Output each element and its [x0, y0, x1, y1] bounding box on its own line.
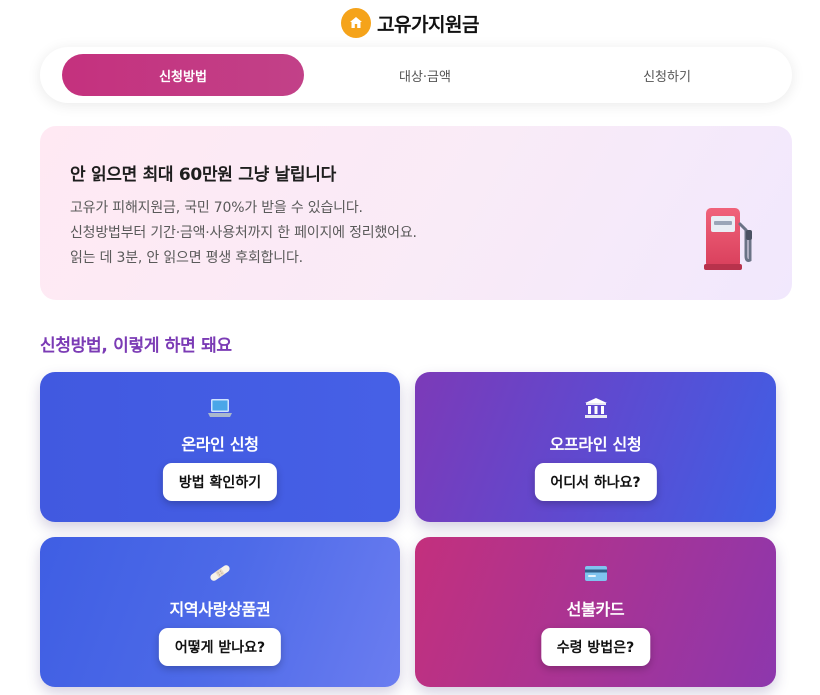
site-title[interactable]: 고유가지원금: [377, 10, 479, 37]
hero-line: 신청방법부터 기간·금액·사용처까지 한 페이지에 정리했어요.: [70, 225, 417, 241]
card-title: 온라인 신청: [181, 435, 259, 454]
tab-eligibility-amount[interactable]: 대상·금액: [304, 54, 546, 96]
tab-apply[interactable]: 신청하기: [546, 54, 788, 96]
card-online-apply[interactable]: 온라인 신청 방법 확인하기: [40, 372, 400, 522]
hero-title: 안 읽으면 최대 60만원 그냥 날립니다: [70, 165, 336, 185]
house-icon[interactable]: [341, 8, 372, 38]
tab-apply-method[interactable]: 신청방법: [62, 54, 304, 96]
hero-line: 읽는 데 3분, 안 읽으면 평생 후회합니다.: [70, 250, 303, 266]
where-button[interactable]: 어디서 하나요?: [534, 463, 657, 501]
card-offline-apply[interactable]: 오프라인 신청 어디서 하나요?: [415, 372, 776, 522]
site-header: 고유가지원금: [0, 7, 820, 39]
card-local-voucher[interactable]: 지역사랑상품권 어떻게 받나요?: [40, 537, 400, 687]
fuel-pump-icon: [702, 206, 754, 272]
check-method-button[interactable]: 방법 확인하기: [162, 463, 278, 501]
hero-banner: 안 읽으면 최대 60만원 그냥 날립니다 고유가 피해지원금, 국민 70%가…: [40, 126, 792, 300]
card-title: 오프라인 신청: [549, 435, 642, 454]
card-title: 선불카드: [566, 600, 625, 619]
hero-line: 고유가 피해지원금, 국민 70%가 받을 수 있습니다.: [70, 200, 363, 216]
card-prepaid-card[interactable]: 선불카드 수령 방법은?: [415, 537, 776, 687]
receive-method-button[interactable]: 수령 방법은?: [540, 628, 651, 666]
bank-icon: [415, 397, 776, 419]
bandage-icon: [40, 562, 400, 584]
hero-description: 고유가 피해지원금, 국민 70%가 받을 수 있습니다. 신청방법부터 기간·…: [70, 196, 417, 271]
tab-bar: 신청방법 대상·금액 신청하기: [40, 47, 792, 103]
how-to-receive-button[interactable]: 어떻게 받나요?: [158, 628, 282, 666]
laptop-icon: [40, 397, 400, 419]
credit-card-icon: [415, 562, 776, 584]
card-title: 지역사랑상품권: [169, 600, 271, 619]
section-title: 신청방법, 이렇게 하면 돼요: [40, 336, 232, 356]
